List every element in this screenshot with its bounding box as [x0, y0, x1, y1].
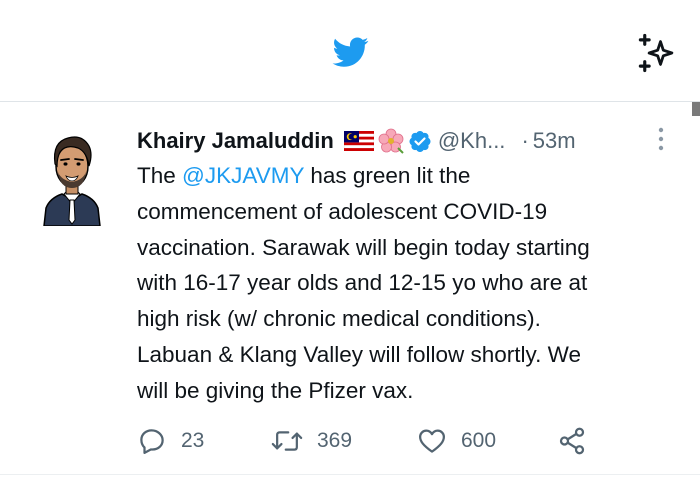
sparkle-icon[interactable] [636, 32, 678, 74]
heart-icon [419, 429, 445, 453]
like-count: 600 [461, 429, 497, 452]
scrollbar-thumb[interactable] [692, 102, 700, 116]
tweet-text: The @JKJAVMY has green lit the commencem… [137, 158, 682, 409]
share-button[interactable] [557, 424, 601, 458]
more-options-icon[interactable] [656, 126, 666, 152]
retweet-button[interactable]: 369 [271, 424, 352, 458]
share-icon [559, 427, 585, 455]
author-name[interactable]: Khairy Jamaluddin [137, 128, 334, 154]
reply-icon [140, 429, 164, 454]
author-handle[interactable]: @Kh... [438, 128, 506, 154]
verified-badge-icon [409, 131, 431, 152]
like-button[interactable]: 600 [417, 424, 496, 458]
mention-link[interactable]: @JKJAVMY [182, 163, 304, 188]
tweet-text-body: has green lit the commencement of adoles… [137, 163, 590, 403]
tweet-timestamp[interactable]: 53m [533, 128, 576, 154]
tweet-header: Khairy Jamaluddin @Kh... · 53m [137, 125, 576, 157]
tweet-text-intro: The [137, 163, 183, 188]
bottom-divider [0, 474, 700, 475]
top-bar [0, 0, 700, 100]
malaysia-flag-icon [343, 131, 374, 151]
retweet-count: 369 [317, 429, 353, 452]
twitter-bird-icon[interactable] [330, 34, 372, 70]
header-separator: · [521, 128, 529, 153]
header-divider [0, 101, 700, 102]
retweet-icon [271, 431, 303, 451]
tweet-actions: 23 369 600 [137, 424, 657, 458]
reply-count: 23 [181, 429, 205, 452]
hibiscus-flower-icon [378, 128, 404, 154]
reply-button[interactable]: 23 [137, 424, 204, 458]
avatar[interactable] [40, 128, 104, 226]
